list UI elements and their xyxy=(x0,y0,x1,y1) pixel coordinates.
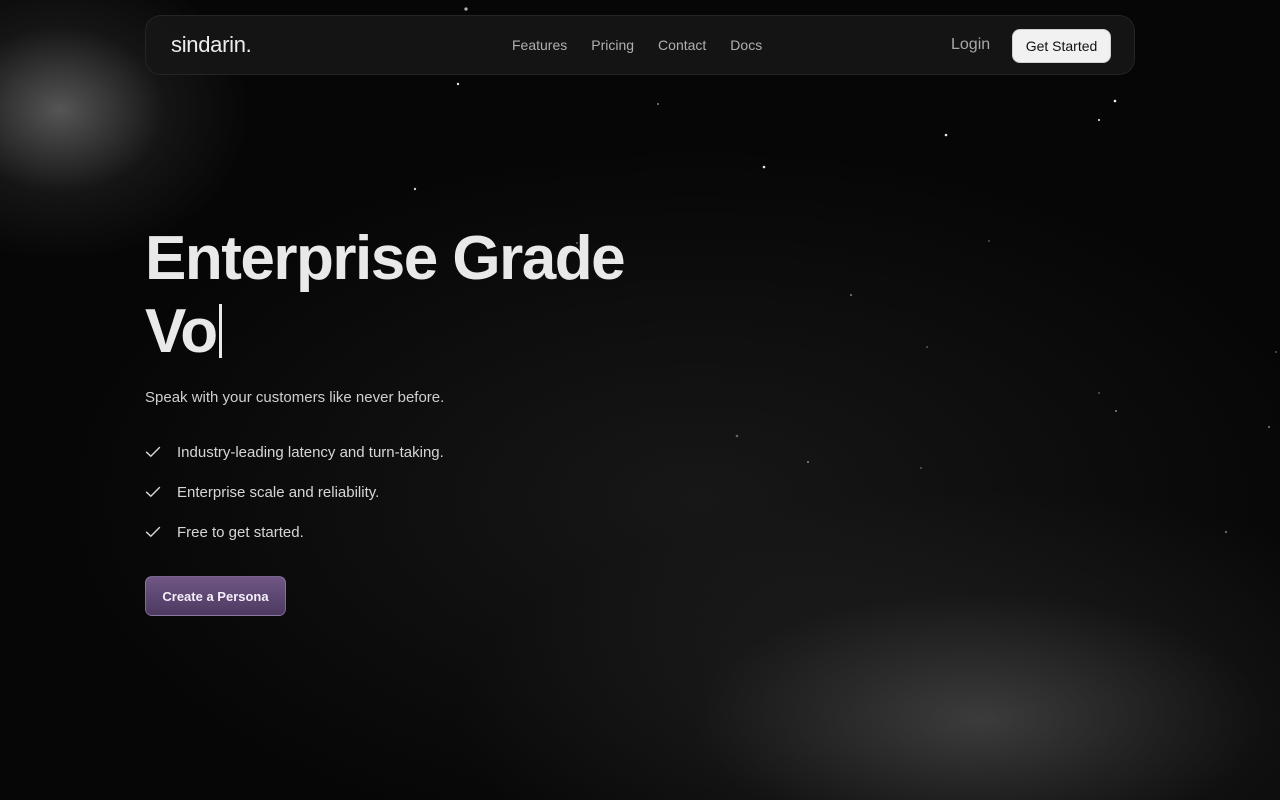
create-persona-button[interactable]: Create a Persona xyxy=(145,576,286,616)
hero-title-line2: Vo xyxy=(145,297,218,366)
check-icon xyxy=(145,522,167,542)
hero-title-line1: Enterprise Grade xyxy=(145,224,626,293)
page-background: sindarin. Features Pricing Contact Docs … xyxy=(0,0,1280,800)
hero-title: Enterprise Grade Vo xyxy=(145,222,626,368)
feature-text: Free to get started. xyxy=(177,523,304,541)
top-navbar: sindarin. Features Pricing Contact Docs … xyxy=(145,15,1135,75)
feature-list: Industry-leading latency and turn-taking… xyxy=(145,442,444,562)
nav-link-contact[interactable]: Contact xyxy=(658,37,706,53)
hero-subtitle: Speak with your customers like never bef… xyxy=(145,389,445,406)
get-started-button[interactable]: Get Started xyxy=(1012,29,1111,63)
feature-item: Free to get started. xyxy=(145,522,444,542)
nav-link-features[interactable]: Features xyxy=(512,37,567,53)
feature-item: Enterprise scale and reliability. xyxy=(145,482,444,502)
typing-cursor xyxy=(218,304,222,358)
feature-text: Industry-leading latency and turn-taking… xyxy=(177,443,444,461)
sindarin-logo[interactable]: sindarin. xyxy=(171,32,252,58)
feature-text: Enterprise scale and reliability. xyxy=(177,483,380,501)
check-icon xyxy=(145,482,167,502)
login-link[interactable]: Login xyxy=(951,36,990,54)
feature-item: Industry-leading latency and turn-taking… xyxy=(145,442,444,462)
check-icon xyxy=(145,442,167,462)
nav-link-pricing[interactable]: Pricing xyxy=(591,37,634,53)
nav-links: Features Pricing Contact Docs xyxy=(512,37,762,53)
nav-link-docs[interactable]: Docs xyxy=(730,37,762,53)
